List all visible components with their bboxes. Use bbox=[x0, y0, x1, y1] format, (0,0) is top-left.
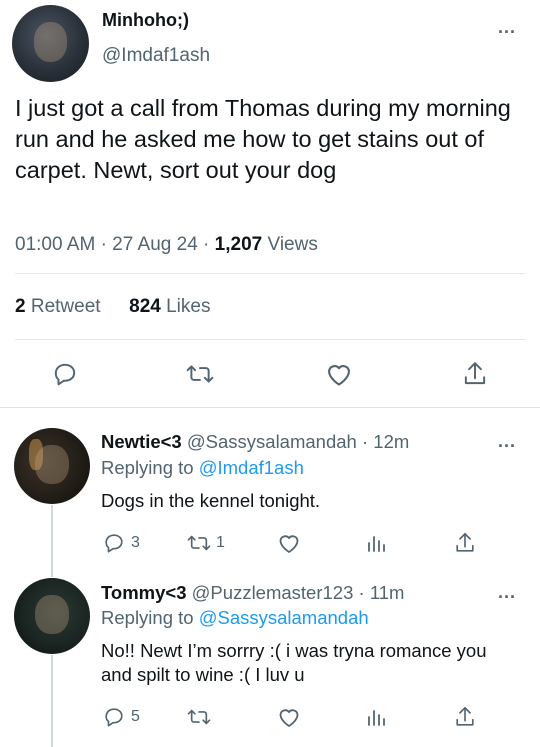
views-count: 1,207 bbox=[214, 234, 263, 255]
tweet-meta: 01:00 AM · 27 Aug 24 · 1,207 Views bbox=[15, 234, 318, 256]
thread-line bbox=[51, 655, 53, 747]
meta-separator: · bbox=[358, 582, 370, 603]
tweet-time[interactable]: 01:00 AM bbox=[15, 234, 95, 255]
replying-to: Replying to @Sassysalamandah bbox=[101, 607, 369, 629]
replying-prefix: Replying to bbox=[101, 607, 194, 628]
reply-count: 5 bbox=[131, 708, 140, 725]
divider bbox=[15, 339, 525, 340]
avatar[interactable] bbox=[14, 578, 90, 654]
share-button[interactable] bbox=[462, 360, 488, 388]
likes-count[interactable]: 824 bbox=[129, 296, 161, 317]
main-tweet: Minhoho;) @Imdaf1ash ... I just got a ca… bbox=[0, 0, 540, 408]
like-button[interactable] bbox=[325, 361, 353, 387]
avatar[interactable] bbox=[12, 5, 89, 82]
reply-text: Dogs in the kennel tonight. bbox=[101, 490, 321, 511]
thread-line bbox=[51, 505, 53, 577]
reply-button[interactable]: 5 bbox=[103, 706, 140, 728]
reply-author-handle[interactable]: @Puzzlemaster123 bbox=[192, 582, 354, 603]
tweet-stats: 2 Retweet 824 Likes bbox=[15, 296, 210, 318]
reply-author-name[interactable]: Tommy<3 bbox=[101, 582, 187, 603]
reply-icon bbox=[105, 534, 123, 553]
like-icon bbox=[279, 535, 299, 553]
replying-to-link[interactable]: @Sassysalamandah bbox=[199, 607, 369, 628]
reply-time[interactable]: 11m bbox=[370, 582, 405, 603]
retweet-icon bbox=[187, 709, 211, 725]
share-button[interactable] bbox=[454, 531, 476, 555]
reply-header: Newtie<3 @Sassysalamandah · 12m bbox=[101, 431, 409, 453]
analytics-button[interactable] bbox=[366, 706, 388, 728]
avatar[interactable] bbox=[14, 428, 90, 504]
more-icon[interactable]: ... bbox=[498, 17, 516, 38]
views-label: Views bbox=[267, 234, 318, 255]
avatar-face bbox=[33, 21, 68, 62]
reply-button[interactable]: 3 bbox=[103, 532, 140, 554]
retweet-label[interactable]: Retweet bbox=[31, 296, 101, 317]
reply-button[interactable] bbox=[52, 361, 78, 387]
meta-separator: · bbox=[203, 234, 215, 255]
avatar-face bbox=[35, 444, 69, 485]
reply-icon bbox=[54, 363, 76, 386]
reply-author-name[interactable]: Newtie<3 bbox=[101, 431, 182, 452]
retweet-count[interactable]: 2 bbox=[15, 296, 26, 317]
more-icon[interactable]: ... bbox=[498, 431, 516, 452]
like-button[interactable] bbox=[277, 706, 301, 728]
retweet-button[interactable]: 1 bbox=[187, 532, 225, 554]
reply-author-handle[interactable]: @Sassysalamandah bbox=[187, 431, 357, 452]
share-icon bbox=[456, 533, 474, 552]
analytics-button[interactable] bbox=[366, 532, 388, 554]
author-name[interactable]: Minhoho;) bbox=[102, 10, 189, 31]
reply-header: Tommy<3 @Puzzlemaster123 · 11m bbox=[101, 582, 404, 604]
tweet-date[interactable]: 27 Aug 24 bbox=[112, 234, 198, 255]
retweet-count: 1 bbox=[216, 534, 225, 551]
more-icon[interactable]: ... bbox=[498, 582, 516, 603]
replying-to: Replying to @Imdaf1ash bbox=[101, 457, 304, 479]
analytics-icon bbox=[368, 536, 385, 552]
reply-text: No!! Newt I’m sorrry :( i was tryna roma… bbox=[101, 640, 487, 685]
share-button[interactable] bbox=[454, 705, 476, 729]
reply-time[interactable]: 12m bbox=[373, 431, 409, 452]
retweet-button[interactable] bbox=[187, 706, 211, 728]
author-handle[interactable]: @Imdaf1ash bbox=[102, 45, 210, 67]
reply-count: 3 bbox=[131, 534, 140, 551]
retweet-icon bbox=[186, 365, 214, 383]
like-button[interactable] bbox=[277, 532, 301, 554]
share-icon bbox=[464, 362, 486, 385]
meta-separator: · bbox=[361, 431, 374, 452]
avatar-face bbox=[35, 594, 69, 635]
retweet-icon bbox=[187, 535, 211, 551]
like-icon bbox=[279, 709, 299, 727]
replying-to-link[interactable]: @Imdaf1ash bbox=[199, 457, 304, 478]
tweet-text: I just got a call from Thomas during my … bbox=[15, 95, 511, 183]
share-icon bbox=[456, 707, 474, 726]
likes-label[interactable]: Likes bbox=[166, 296, 210, 317]
like-icon bbox=[328, 365, 350, 386]
reply-icon bbox=[105, 708, 123, 727]
analytics-icon bbox=[368, 710, 385, 726]
meta-separator: · bbox=[100, 234, 113, 255]
divider bbox=[15, 273, 525, 274]
retweet-button[interactable] bbox=[186, 361, 214, 387]
replying-prefix: Replying to bbox=[101, 457, 194, 478]
section-divider bbox=[0, 407, 540, 408]
